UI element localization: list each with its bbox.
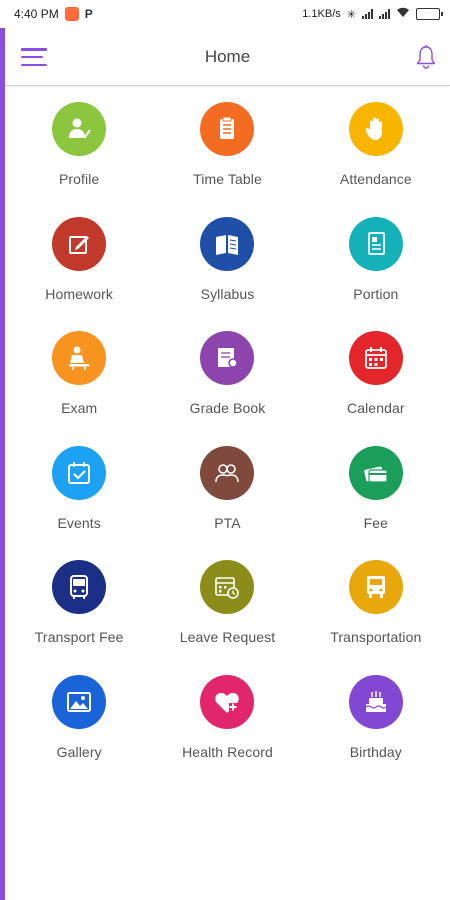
- tile-attendance[interactable]: Attendance: [302, 86, 450, 201]
- bus-icon: [52, 560, 107, 614]
- feature-grid: Profile Time Table Attendance Homework Sylla…: [5, 86, 450, 773]
- tile-label: Health Record: [182, 743, 273, 760]
- tile-events[interactable]: Events: [5, 430, 153, 545]
- tile-syllabus[interactable]: Syllabus: [153, 201, 301, 316]
- signal-icon: [362, 9, 373, 19]
- calendar-icon: [348, 331, 403, 385]
- image-icon: [52, 674, 107, 729]
- tile-label: Grade Book: [189, 400, 266, 416]
- timetable-icon: [200, 102, 255, 156]
- tile-label: Leave Request: [179, 629, 276, 645]
- certificate-icon: [200, 331, 255, 385]
- tile-grade-book[interactable]: Grade Book: [153, 315, 301, 430]
- tile-label: PTA: [214, 514, 241, 531]
- tile-label: Transport Fee: [34, 629, 124, 645]
- tile-calendar[interactable]: Calendar: [302, 315, 450, 430]
- tile-leave-request[interactable]: Leave Request: [153, 544, 301, 659]
- edit-icon: [52, 216, 107, 271]
- battery-icon: [416, 8, 443, 20]
- tile-label: Calendar: [347, 400, 405, 416]
- leave-calendar-icon: [200, 560, 255, 614]
- document-icon: [348, 216, 403, 271]
- tile-label: Time Table: [193, 171, 262, 187]
- tile-profile[interactable]: Profile: [5, 86, 153, 201]
- book-icon: [200, 216, 255, 271]
- signal-icon-2: [379, 9, 390, 19]
- tile-label: Exam: [61, 400, 98, 416]
- network-speed: 1.1KB/s: [302, 8, 341, 20]
- tile-label: Attendance: [339, 171, 412, 187]
- menu-icon[interactable]: [21, 48, 47, 66]
- tile-fee[interactable]: Fee: [302, 430, 450, 545]
- tile-transport-fee[interactable]: Transport Fee: [5, 544, 153, 659]
- hand-icon: [348, 102, 403, 156]
- tile-label: Portion: [353, 285, 399, 302]
- cards-icon: [348, 445, 403, 500]
- bell-icon[interactable]: [414, 44, 438, 70]
- people-icon: [200, 445, 255, 500]
- tile-label: Gallery: [56, 743, 102, 760]
- tile-label: Syllabus: [200, 285, 255, 302]
- p-app-icon: P: [84, 7, 93, 21]
- bluetooth-icon: ✳: [346, 8, 356, 21]
- tile-homework[interactable]: Homework: [5, 201, 153, 316]
- tile-birthday[interactable]: Birthday: [302, 659, 450, 774]
- tile-portion[interactable]: Portion: [302, 201, 450, 316]
- tile-label: Events: [57, 514, 101, 531]
- tile-label: Profile: [58, 171, 100, 187]
- truck-icon: [348, 560, 403, 614]
- tile-label: Fee: [363, 514, 389, 531]
- status-bar: 4:40 PM P 1.1KB/s ✳: [0, 0, 450, 28]
- tile-time-table[interactable]: Time Table: [153, 86, 301, 201]
- tile-pta[interactable]: PTA: [153, 430, 301, 545]
- tile-health-record[interactable]: Health Record: [153, 659, 301, 774]
- wifi-icon: [396, 7, 410, 21]
- event-icon: [52, 445, 107, 500]
- cake-icon: [348, 674, 403, 729]
- tile-label: Transportation: [330, 629, 422, 645]
- heart-plus-icon: [200, 674, 255, 729]
- app-header: Home: [5, 28, 450, 86]
- exam-icon: [52, 331, 107, 385]
- notification-app-icon: [64, 7, 79, 21]
- tile-gallery[interactable]: Gallery: [5, 659, 153, 774]
- tile-label: Homework: [45, 285, 114, 302]
- tile-transportation[interactable]: Transportation: [302, 544, 450, 659]
- tile-label: Birthday: [349, 743, 402, 760]
- page-title: Home: [204, 46, 251, 66]
- profile-icon: [52, 102, 107, 156]
- tile-exam[interactable]: Exam: [5, 315, 153, 430]
- status-time: 4:40 PM: [14, 7, 59, 21]
